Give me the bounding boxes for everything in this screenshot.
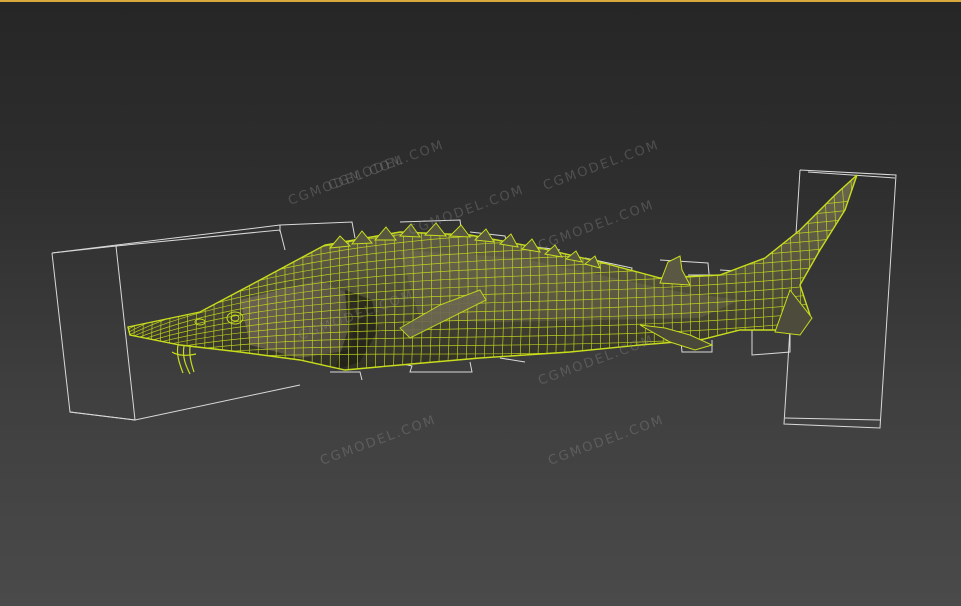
watermark: CGMODEL.COM [536,198,656,254]
barbels [171,344,197,375]
viewport-scene[interactable]: CGMODEL.COM CGMODEL.COM CGMODEL.COM CGMO… [0,0,961,606]
watermark: CGMODEL.COM [318,413,438,469]
watermark: CGMODEL.COM [326,138,446,194]
watermark: CGMODEL.COM [541,138,661,194]
3d-viewport[interactable]: CGMODEL.COM CGMODEL.COM CGMODEL.COM CGMO… [0,0,961,606]
watermark: CGMODEL.COM [546,413,666,469]
watermark: CGMODEL.COM [406,183,526,239]
